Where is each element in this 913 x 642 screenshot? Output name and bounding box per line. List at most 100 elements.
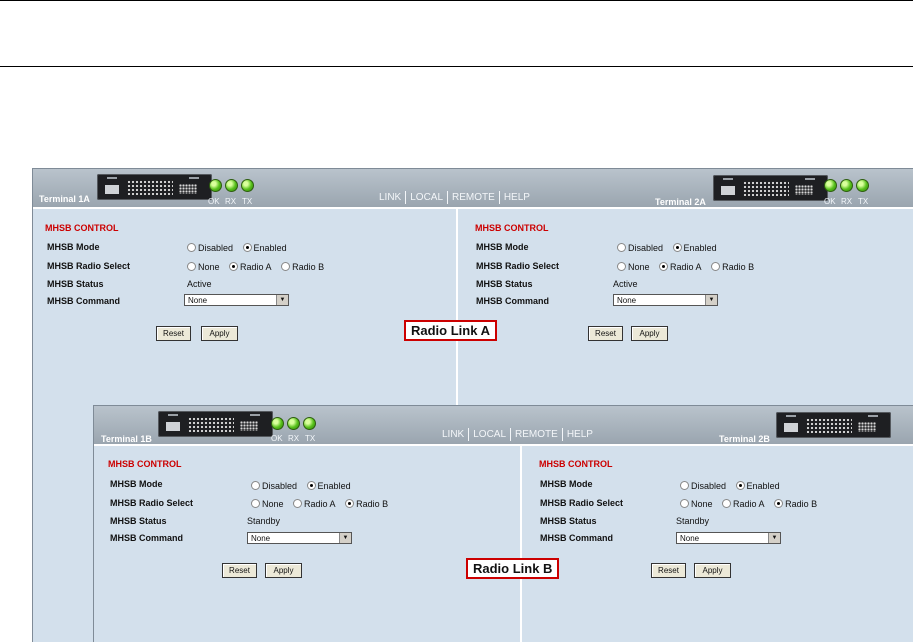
radio-selected-icon — [659, 262, 669, 271]
mode-disabled-option[interactable]: Disabled — [680, 481, 726, 491]
apply-button[interactable]: Apply — [201, 326, 238, 341]
mhsb-status-value: Active — [613, 279, 638, 289]
reset-button[interactable]: Reset — [156, 326, 191, 341]
radio-selected-icon — [242, 243, 252, 252]
radio-select-none-option[interactable]: None — [680, 499, 713, 509]
terminal-device-icon — [776, 412, 891, 438]
radio-select-radio-b-option[interactable]: Radio B — [281, 262, 324, 272]
mode-disabled-option[interactable]: Disabled — [187, 243, 233, 253]
mhsb-command-label: MHSB Command — [476, 296, 550, 306]
terminal-device-icon — [713, 175, 828, 201]
reset-button[interactable]: Reset — [651, 563, 686, 578]
mhsb-command-label: MHSB Command — [110, 533, 184, 543]
radio-select-radio-a-option[interactable]: Radio A — [229, 262, 272, 272]
reset-button[interactable]: Reset — [588, 326, 623, 341]
led-label-tx: TX — [858, 197, 869, 206]
nav-local[interactable]: LOCAL — [473, 429, 506, 440]
mhsb-radio-select-label: MHSB Radio Select — [476, 261, 560, 271]
radio-selected-icon — [672, 243, 682, 252]
radio-select-radio-a-option[interactable]: Radio A — [722, 499, 765, 509]
section-title: MHSB CONTROL — [108, 459, 182, 469]
tx-led-icon — [241, 179, 254, 192]
top-rule — [0, 0, 913, 1]
nav-help[interactable]: HELP — [567, 429, 593, 440]
mhsb-status-value: Standby — [676, 516, 710, 526]
mhsb-command-label: MHSB Command — [47, 296, 121, 306]
nav-help[interactable]: HELP — [504, 192, 530, 203]
nav-link[interactable]: LINK — [379, 192, 401, 203]
radio-link-a-callout: Radio Link A — [404, 320, 497, 341]
nav-remote[interactable]: REMOTE — [515, 429, 558, 440]
led-label-rx: RX — [841, 197, 853, 206]
mhsb-mode-options: Disabled Enabled — [617, 243, 724, 253]
radio-selected-icon — [735, 481, 745, 490]
terminal-label-right: Terminal 2B — [719, 434, 770, 444]
mode-enabled-option[interactable]: Enabled — [242, 243, 287, 253]
mode-enabled-option[interactable]: Enabled — [672, 243, 717, 253]
radio-icon — [711, 262, 721, 271]
ok-led-icon — [824, 179, 837, 192]
rx-led-icon — [225, 179, 238, 192]
led-label-rx: RX — [225, 197, 237, 206]
radio-icon — [722, 499, 732, 508]
radio-select-radio-b-option[interactable]: Radio B — [345, 499, 388, 509]
apply-button[interactable]: Apply — [265, 563, 302, 578]
nav-remote[interactable]: REMOTE — [452, 192, 495, 203]
radio-icon — [281, 262, 291, 271]
radio-icon — [187, 243, 196, 252]
radio-icon — [187, 262, 196, 271]
section-title: MHSB CONTROL — [539, 459, 613, 469]
dropdown-arrow-icon: ▼ — [276, 295, 288, 305]
mode-enabled-option[interactable]: Enabled — [735, 481, 780, 491]
nav-local[interactable]: LOCAL — [410, 192, 443, 203]
section-title: MHSB CONTROL — [45, 223, 119, 233]
radio-select-radio-b-option[interactable]: Radio B — [711, 262, 754, 272]
radio-link-b-callout: Radio Link B — [466, 558, 560, 579]
radio-select-radio-b-option[interactable]: Radio B — [774, 499, 817, 509]
mhsb-radio-select-label: MHSB Radio Select — [540, 498, 624, 508]
radio-link-b-panel: Terminal 1B OK RX TX LINK LOCAL REMOTE HELP… — [93, 405, 913, 642]
nav-menu: LINK LOCAL REMOTE HELP — [442, 428, 593, 441]
mhsb-command-select[interactable]: None ▼ — [247, 532, 352, 544]
radio-select-none-option[interactable]: None — [187, 262, 220, 272]
mhsb-command-select[interactable]: None ▼ — [184, 294, 289, 306]
dropdown-arrow-icon: ▼ — [339, 533, 351, 543]
radio-selected-icon — [229, 262, 239, 271]
reset-button[interactable]: Reset — [222, 563, 257, 578]
terminal-label-right: Terminal 2A — [655, 197, 706, 207]
mhsb-command-select[interactable]: None ▼ — [676, 532, 781, 544]
terminal-device-icon — [158, 411, 273, 437]
radio-select-none-option[interactable]: None — [617, 262, 650, 272]
section-title: MHSB CONTROL — [475, 223, 549, 233]
mhsb-radio-select-label: MHSB Radio Select — [110, 498, 194, 508]
led-label-tx: TX — [305, 434, 316, 443]
terminal-label-left: Terminal 1B — [101, 434, 152, 444]
radio-icon — [680, 481, 689, 490]
radio-select-none-option[interactable]: None — [251, 499, 284, 509]
mhsb-status-value: Active — [187, 279, 212, 289]
mode-enabled-option[interactable]: Enabled — [306, 481, 351, 491]
mhsb-mode-options: Disabled Enabled — [680, 481, 787, 491]
nav-link[interactable]: LINK — [442, 429, 464, 440]
terminal-2b-control: MHSB CONTROL MHSB Mode MHSB Radio Select… — [522, 446, 913, 642]
nav-menu: LINK LOCAL REMOTE HELP — [379, 191, 530, 204]
radio-icon — [617, 262, 626, 271]
mhsb-status-label: MHSB Status — [540, 516, 597, 526]
radio-select-radio-a-option[interactable]: Radio A — [659, 262, 702, 272]
apply-button[interactable]: Apply — [631, 326, 668, 341]
mhsb-status-value: Standby — [247, 516, 281, 526]
mode-disabled-option[interactable]: Disabled — [251, 481, 297, 491]
mode-disabled-option[interactable]: Disabled — [617, 243, 663, 253]
rx-led-icon — [287, 417, 300, 430]
mhsb-command-select[interactable]: None ▼ — [613, 294, 718, 306]
radio-icon — [617, 243, 626, 252]
mhsb-status-label: MHSB Status — [476, 279, 533, 289]
rx-led-icon — [840, 179, 853, 192]
radio-select-radio-a-option[interactable]: Radio A — [293, 499, 336, 509]
radio-icon — [251, 499, 260, 508]
led-label-ok: OK — [208, 197, 220, 206]
apply-button[interactable]: Apply — [694, 563, 731, 578]
radio-icon — [680, 499, 689, 508]
terminal-1b-control: MHSB CONTROL MHSB Mode MHSB Radio Select… — [94, 446, 520, 642]
radio-icon — [293, 499, 303, 508]
